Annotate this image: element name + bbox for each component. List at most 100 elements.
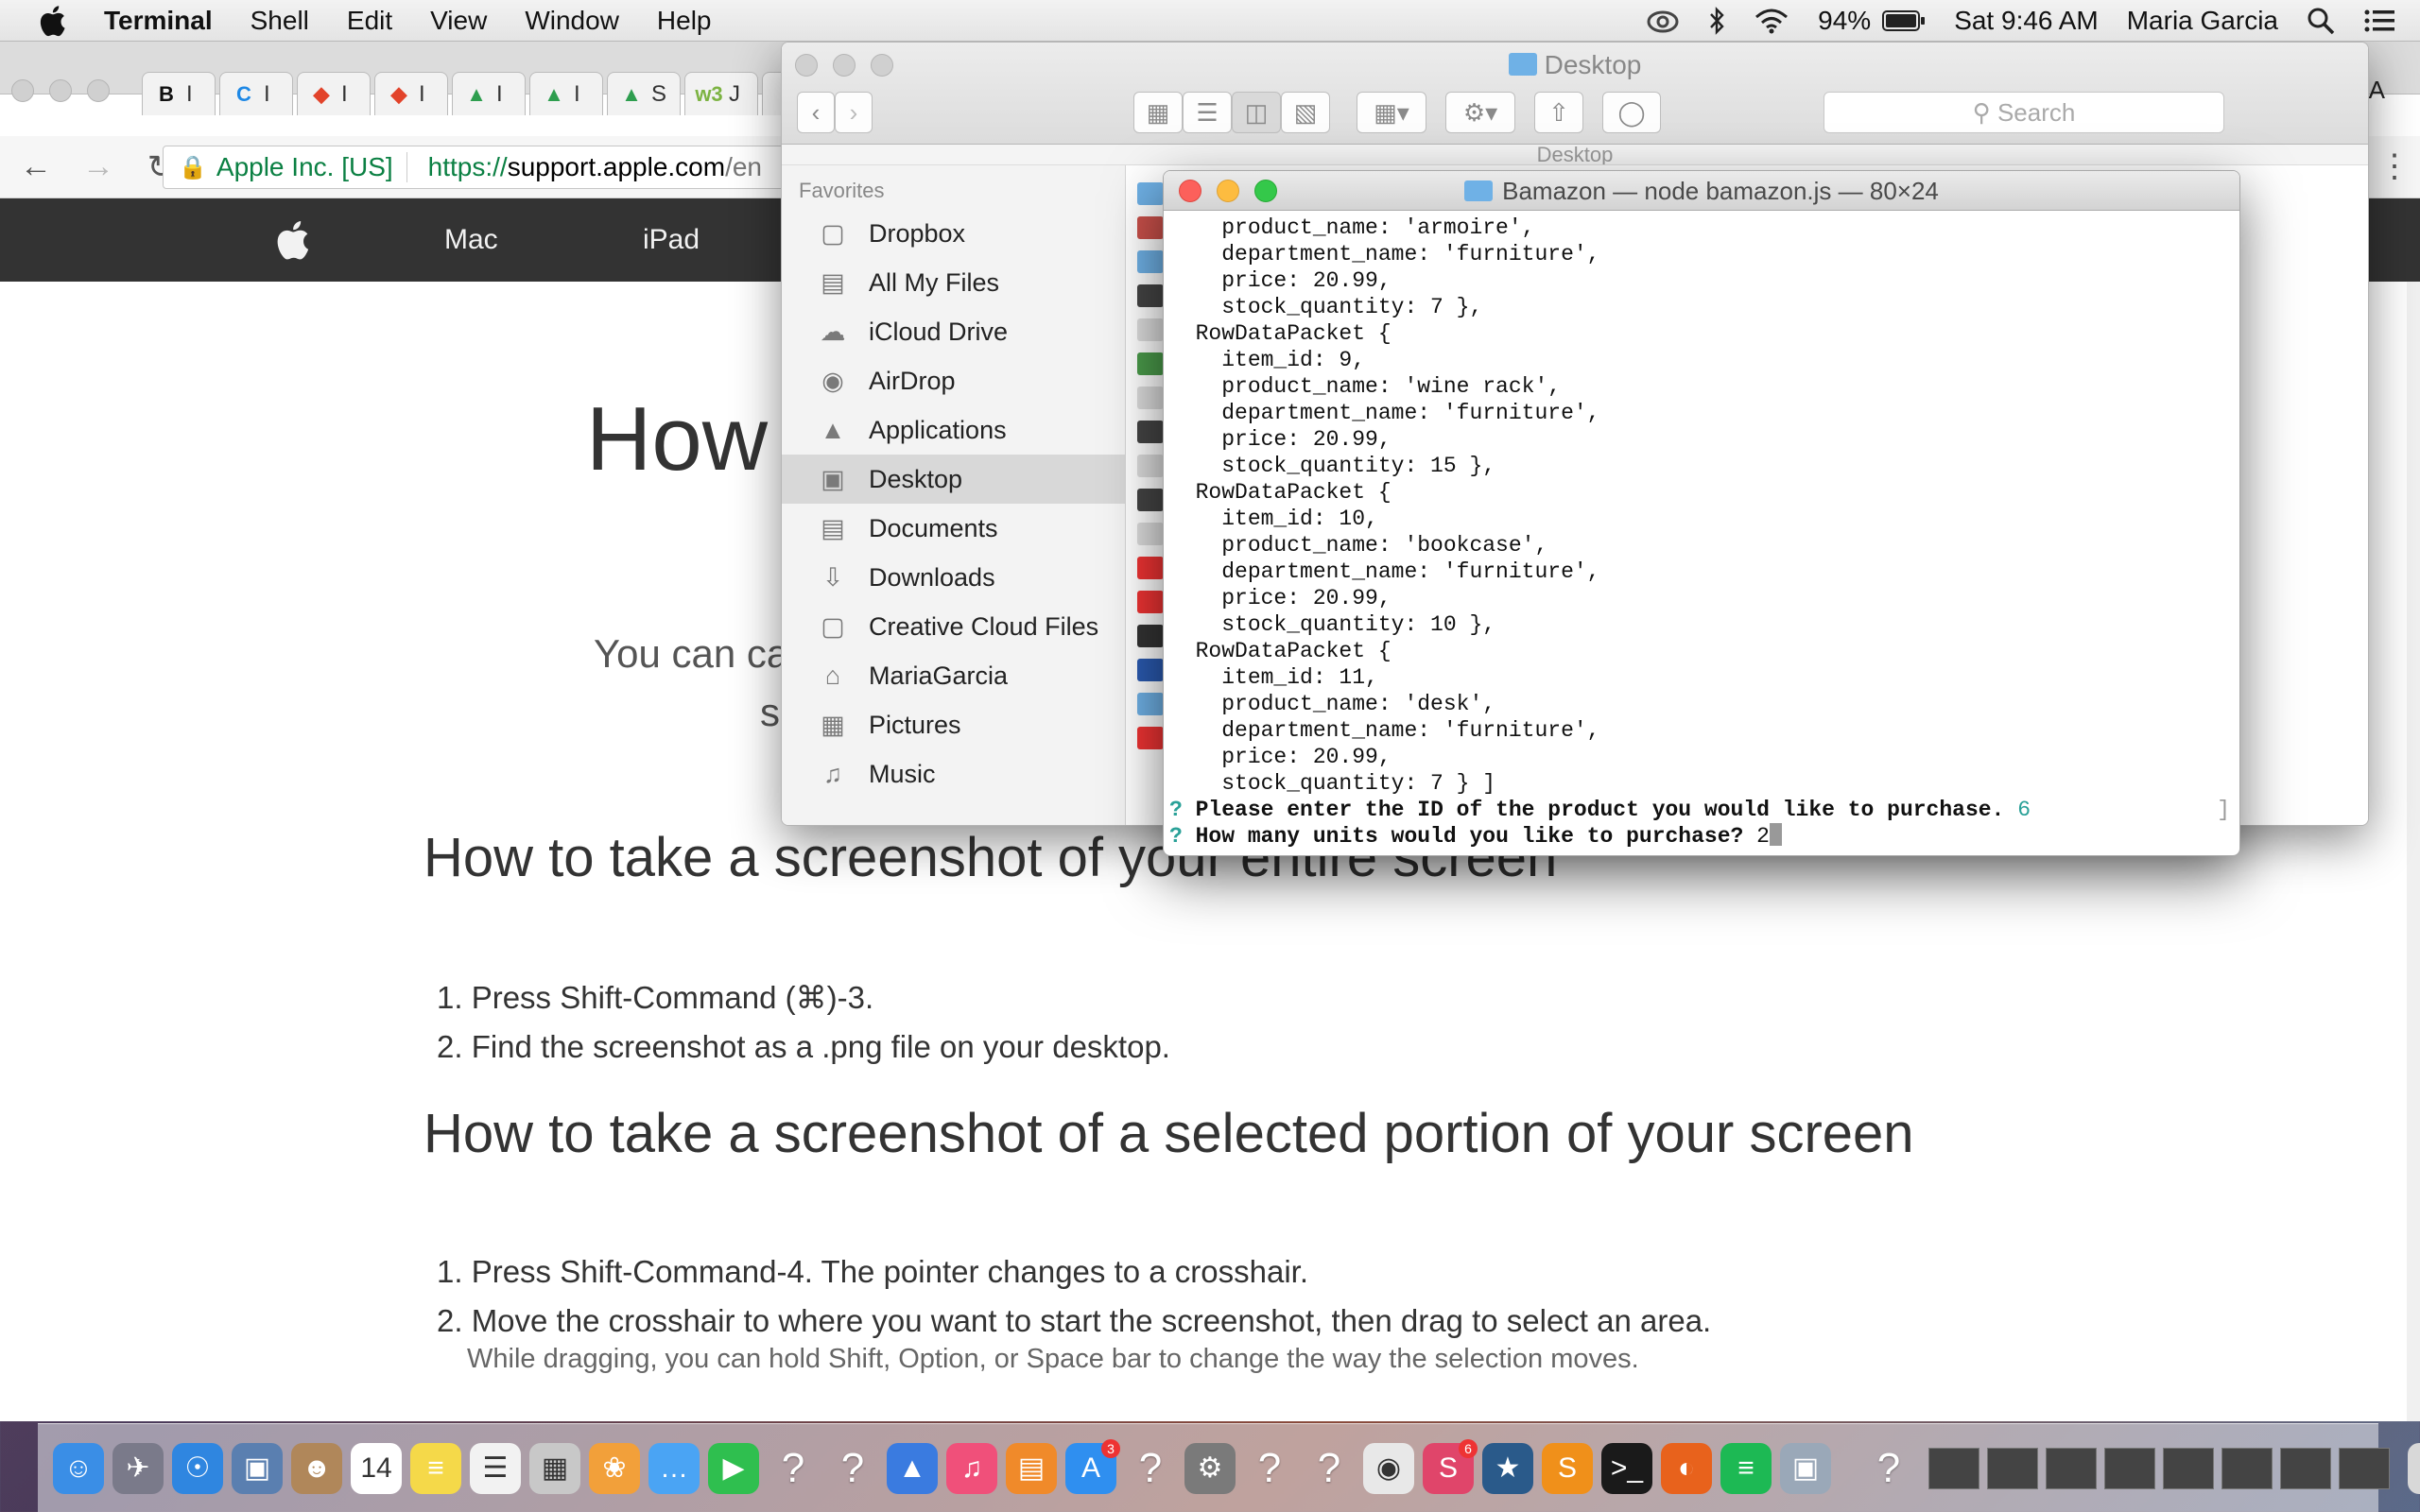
minimized-window-thumbnail[interactable] [2339,1447,2390,1489]
dock-app-store-icon[interactable]: A3 [1065,1438,1120,1494]
finder-forward-icon[interactable]: › [835,92,873,133]
browser-zoom-button[interactable] [87,79,110,102]
browser-tab[interactable]: ▲ I [529,72,603,115]
sidebar-item-documents[interactable]: ▤ Documents [782,504,1125,553]
column-view-icon[interactable]: ◫ [1232,92,1281,133]
wifi-icon[interactable] [1754,7,1789,35]
dock-safari-icon[interactable]: ☉ [172,1442,223,1494]
sidebar-item-music[interactable]: ♫ Music [782,749,1125,799]
menu-edit[interactable]: Edit [347,6,392,36]
dock-calendar-icon[interactable]: 14 [351,1442,402,1494]
sidebar-item-creative-cloud-files[interactable]: ▢ Creative Cloud Files [782,602,1125,651]
dock-facetime-icon[interactable]: ▶ [708,1442,759,1494]
address-bar[interactable]: 🔒 Apple Inc. [US] https:// support.apple… [163,146,786,189]
sidebar-item-airdrop[interactable]: ◉ AirDrop [782,356,1125,405]
dock-finder-icon[interactable]: ☺ [53,1442,104,1494]
battery-icon[interactable] [1882,9,1926,32]
spotlight-icon[interactable] [2307,7,2335,35]
dock-photo-booth-icon[interactable]: ▦ [529,1442,580,1494]
dock-chrome-icon[interactable]: ◉ [1363,1442,1414,1494]
menu-app-name[interactable]: Terminal [104,6,213,36]
dock-image-capture-icon[interactable]: ▣ [1780,1442,1831,1494]
dock-sublime-text-icon[interactable]: S [1542,1442,1593,1494]
page-scrollbar[interactable] [2407,282,2420,1421]
browser-tab[interactable]: BI [142,72,216,115]
back-icon[interactable]: ← [9,148,62,185]
purchase-quantity-prompt[interactable]: ? How many units would you like to purch… [1169,823,2239,850]
finder-back-icon[interactable]: ‹ [797,92,835,133]
browser-tab[interactable]: w3 J [684,72,758,115]
cover-flow-icon[interactable]: ▧ [1281,92,1330,133]
sidebar-item-pictures[interactable]: ▦ Pictures [782,700,1125,749]
dock-messages-icon[interactable]: … [648,1442,700,1494]
sidebar-item-all-my-files[interactable]: ▤ All My Files [782,258,1125,307]
dock-spotify-icon[interactable]: ≡ [1720,1442,1772,1494]
finder-search-field[interactable]: ⚲ Search [1824,92,2224,133]
dock-unknown-6-icon[interactable]: ? [1863,1443,1914,1494]
sidebar-item-dropbox[interactable]: ▢ Dropbox [782,209,1125,258]
apple-logo-icon[interactable] [274,219,310,268]
sidebar-item-applications[interactable]: ▲ Applications [782,405,1125,455]
ev-cert-label[interactable]: Apple Inc. [US] [216,152,407,182]
menu-window[interactable]: Window [525,6,619,36]
dock-unknown-1-icon[interactable]: ? [768,1443,819,1494]
dock-photos-icon[interactable]: ❀ [589,1442,640,1494]
sidebar-item-desktop[interactable]: ▣ Desktop [782,455,1125,504]
menu-view[interactable]: View [430,6,487,36]
chrome-menu-icon[interactable]: ⋮ [2378,147,2411,185]
minimized-window-thumbnail[interactable] [2221,1447,2273,1489]
tag-icon[interactable]: ◯ [1602,92,1661,133]
dock-launchpad-icon[interactable]: ✈ [112,1442,164,1494]
bluetooth-icon[interactable] [1708,6,1725,35]
dock-ibooks-icon[interactable]: ▤ [1006,1442,1057,1494]
arrange-icon[interactable]: ▦▾ [1357,92,1426,133]
browser-tab[interactable]: ▲ S [607,72,681,115]
browser-tab[interactable]: CI [219,72,293,115]
browser-close-button[interactable] [11,79,34,102]
trash-icon[interactable]: 🗑 [2408,1442,2420,1494]
dock-notes-icon[interactable]: ≡ [410,1442,461,1494]
creative-cloud-icon[interactable] [1646,8,1680,34]
dock-unknown-5-icon[interactable]: ? [1304,1443,1355,1494]
dock-slack-icon[interactable]: S6 [1423,1438,1478,1494]
terminal-output[interactable]: product_name: 'armoire', department_name… [1164,211,2239,855]
dock-reminders-icon[interactable]: ☰ [470,1442,521,1494]
menu-help[interactable]: Help [657,6,712,36]
dock-itunes-icon[interactable]: ♫ [946,1442,997,1494]
dock-keynote-icon[interactable]: ▲ [887,1442,938,1494]
menu-shell[interactable]: Shell [251,6,309,36]
list-view-icon[interactable]: ☰ [1183,92,1232,133]
battery-percent[interactable]: 94% [1818,6,1871,36]
sidebar-item-downloads[interactable]: ⇩ Downloads [782,553,1125,602]
minimized-window-thumbnail[interactable] [2046,1447,2097,1489]
action-gear-icon[interactable]: ⚙▾ [1445,92,1515,133]
share-icon[interactable]: ⇧ [1534,92,1583,133]
dock-unknown-4-icon[interactable]: ? [1244,1443,1295,1494]
browser-tab[interactable]: ◆ I [297,72,371,115]
dock-mysql-workbench-icon[interactable]: ★ [1482,1442,1533,1494]
clock[interactable]: Sat 9:46 AM [1954,6,2099,36]
dock-contacts-icon[interactable]: ☻ [291,1442,342,1494]
notification-center-icon[interactable] [2363,8,2395,34]
nav-mac[interactable]: Mac [444,224,498,256]
sidebar-item-mariagarcia[interactable]: ⌂ MariaGarcia [782,651,1125,700]
icon-view-icon[interactable]: ▦ [1133,92,1183,133]
apple-menu-icon[interactable] [38,5,72,37]
user-name[interactable]: Maria Garcia [2127,6,2278,36]
minimized-window-thumbnail[interactable] [1928,1447,1979,1489]
dock-terminal-icon[interactable]: >_ [1601,1442,1652,1494]
dock-unknown-2-icon[interactable]: ? [827,1443,878,1494]
browser-minimize-button[interactable] [49,79,72,102]
browser-tab[interactable]: ◆ I [374,72,448,115]
dock-firefox-icon[interactable]: ◐ [1661,1442,1712,1494]
dock-preview-icon[interactable]: ▣ [232,1442,283,1494]
sidebar-item-icloud-drive[interactable]: ☁ iCloud Drive [782,307,1125,356]
minimized-window-thumbnail[interactable] [1987,1447,2038,1489]
browser-tab[interactable]: ▲ I [452,72,526,115]
minimized-window-thumbnail[interactable] [2163,1447,2214,1489]
dock-unknown-3-icon[interactable]: ? [1125,1443,1176,1494]
prompt-input-value[interactable]: 2 [1756,824,1770,849]
forward-icon[interactable]: → [72,148,125,185]
dock-system-preferences-icon[interactable]: ⚙ [1184,1442,1236,1494]
minimized-window-thumbnail[interactable] [2280,1447,2331,1489]
